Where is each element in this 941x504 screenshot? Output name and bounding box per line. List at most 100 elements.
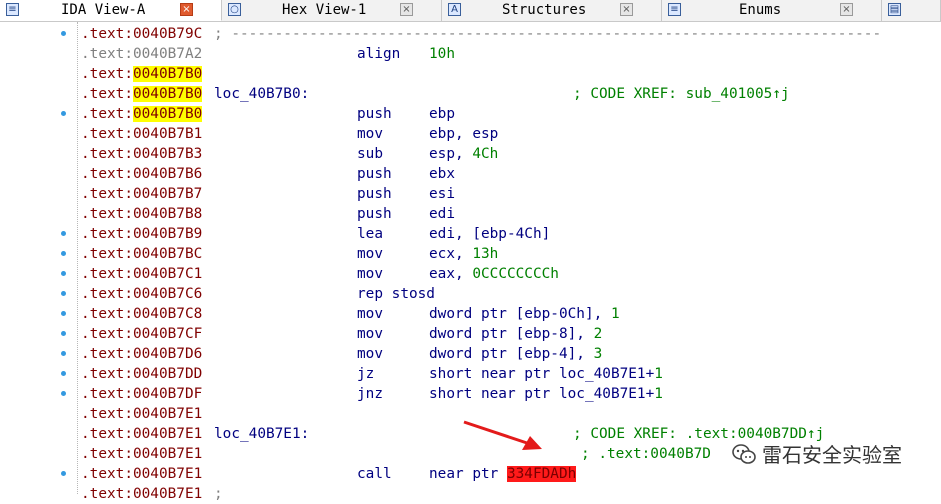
operands[interactable]: short near ptr loc_40B7E1+1 — [429, 384, 663, 404]
address-offset: 0040B7E1 — [132, 406, 203, 422]
segment-name: .text: — [81, 486, 133, 502]
xref-comment[interactable]: ; CODE XREF: sub_401005↑j — [573, 84, 790, 104]
listing-line[interactable]: .text:0040B7B6 push ebx — [0, 164, 941, 184]
listing-line[interactable]: .text:0040B7CF mov dword ptr [ebp-8], 2 — [0, 324, 941, 344]
operand-number: 13h — [472, 246, 499, 262]
close-tab-icon[interactable]: × — [620, 3, 633, 16]
address-offset: 0040B7DD — [132, 366, 203, 382]
listing-line[interactable]: .text:0040B7B3 sub esp, 4Ch — [0, 144, 941, 164]
operand-text: short near ptr loc_40B7E1+ — [429, 366, 655, 382]
tab-0[interactable]: ≡ IDA View-A × — [0, 0, 222, 21]
operand-text: dword ptr [ebp-8], — [429, 326, 594, 342]
tab-label: Structures — [502, 2, 587, 18]
listing-line[interactable]: .text:0040B7A2 align 10h — [0, 44, 941, 64]
listing-line[interactable]: .text:0040B7B1 mov ebp, esp — [0, 124, 941, 144]
operands[interactable]: esp, 4Ch — [429, 144, 498, 164]
mnemonic: push — [357, 206, 392, 222]
operands[interactable]: dword ptr [ebp-4], 3 — [429, 344, 602, 364]
listing-line[interactable]: .text:0040B7B0 — [0, 64, 941, 84]
segment-name: .text: — [81, 66, 133, 82]
segment-name: .text: — [81, 426, 133, 442]
segment-name: .text: — [81, 326, 133, 342]
address: .text:0040B7B0 — [81, 104, 203, 124]
mnemonic: jz — [357, 366, 375, 382]
operands[interactable]: edi — [429, 204, 455, 224]
close-tab-icon[interactable]: × — [840, 3, 853, 16]
listing-line[interactable]: .text:0040B7B9 lea edi, [ebp-4Ch] — [0, 224, 941, 244]
listing-line[interactable]: .text:0040B7B0 push ebp — [0, 104, 941, 124]
invalid-call-target[interactable]: 334FDADh — [506, 466, 577, 482]
listing-line[interactable]: .text:0040B79C ; ------------------------… — [0, 24, 941, 44]
segment-name: .text: — [81, 186, 133, 202]
tab-label: Hex View-1 — [282, 2, 367, 18]
tab-2[interactable]: A Structures × — [442, 0, 662, 21]
line-marker — [61, 311, 66, 316]
address-offset: 0040B7B7 — [132, 186, 203, 202]
listing-line[interactable]: .text:0040B7C6 rep stosd — [0, 284, 941, 304]
address: .text:0040B7DD — [81, 364, 202, 384]
operand-number: 2 — [593, 326, 603, 342]
line-marker — [61, 391, 66, 396]
listing-line[interactable]: .text:0040B7B0 loc_40B7B0: ; CODE XREF: su… — [0, 84, 941, 104]
segment-name: .text: — [81, 366, 133, 382]
code-label[interactable]: loc_40B7B0: — [214, 84, 309, 104]
operands[interactable]: dword ptr [ebp-0Ch], 1 — [429, 304, 620, 324]
operand-number: 1 — [610, 306, 620, 322]
tab-1[interactable]: ○ Hex View-1 × — [222, 0, 442, 21]
tab-3[interactable]: ≡ Enums × — [662, 0, 882, 21]
listing-line[interactable]: .text:0040B7DF jnz short near ptr loc_40B7… — [0, 384, 941, 404]
operand-text: ebx — [429, 166, 455, 182]
operands[interactable]: eax, 0CCCCCCCCh — [429, 264, 559, 284]
operand-text: ebp, esp — [429, 126, 499, 142]
address-offset: 0040B7B3 — [132, 146, 203, 162]
watermark: 雷石安全实验室 — [732, 439, 902, 469]
operands[interactable]: dword ptr [ebp-8], 2 — [429, 324, 602, 344]
address: .text:0040B7E1 — [81, 484, 202, 504]
segment-name: .text: — [81, 386, 133, 402]
operands[interactable]: short near ptr loc_40B7E1+1 — [429, 364, 663, 384]
mnemonic: mov — [357, 266, 383, 282]
listing-line[interactable]: .text:0040B7BC mov ecx, 13h — [0, 244, 941, 264]
address-offset: 0040B7CF — [132, 326, 203, 342]
operand-number: 4Ch — [472, 146, 499, 162]
listing-line[interactable]: .text:0040B7D6 mov dword ptr [ebp-4], 3 — [0, 344, 941, 364]
address-offset: 0040B7B0 — [132, 106, 203, 122]
listing-line[interactable]: .text:0040B7DD jz short near ptr loc_40B7E… — [0, 364, 941, 384]
operand-text: edi, [ebp-4Ch] — [429, 226, 551, 242]
address: .text:0040B7CF — [81, 324, 202, 344]
address: .text:0040B7BC — [81, 244, 202, 264]
operands[interactable]: esi — [429, 184, 455, 204]
line-marker — [61, 331, 66, 336]
tab-4[interactable]: ▤ — [882, 0, 941, 21]
close-tab-icon[interactable]: × — [180, 3, 193, 16]
mnemonic: mov — [357, 326, 383, 342]
segment-name: .text: — [81, 346, 133, 362]
address: .text:0040B7E1 — [81, 424, 202, 444]
address: .text:0040B7E1 — [81, 444, 202, 464]
operands[interactable]: ebp — [429, 104, 455, 124]
operands[interactable]: ebp, esp — [429, 124, 498, 144]
address-offset: 0040B7B1 — [132, 126, 203, 142]
listing-line[interactable]: .text:0040B7B7 push esi — [0, 184, 941, 204]
close-tab-icon[interactable]: × — [400, 3, 413, 16]
code-label[interactable]: loc_40B7E1: — [214, 424, 309, 444]
operand-text: dword ptr [ebp-0Ch], — [429, 306, 611, 322]
operand-text: ecx, — [429, 246, 473, 262]
operands[interactable]: 10h — [429, 44, 455, 64]
mnemonic: lea — [357, 226, 383, 242]
address: .text:0040B7A2 — [81, 44, 202, 64]
listing-line[interactable]: .text:0040B7C1 mov eax, 0CCCCCCCCh — [0, 264, 941, 284]
segment-name: .text: — [81, 406, 133, 422]
operands[interactable]: ebx — [429, 164, 455, 184]
address-offset: 0040B7E1 — [132, 466, 203, 482]
listing-line[interactable]: .text:0040B7C8 mov dword ptr [ebp-0Ch], 1 — [0, 304, 941, 324]
operands[interactable]: edi, [ebp-4Ch] — [429, 224, 550, 244]
address-offset: 0040B7E1 — [132, 486, 203, 502]
operands[interactable]: near ptr 334FDADh — [429, 464, 577, 484]
operands[interactable]: ecx, 13h — [429, 244, 498, 264]
xref-comment[interactable]: ; .text:0040B7D — [581, 444, 711, 464]
line-marker — [61, 111, 66, 116]
line-marker — [61, 251, 66, 256]
listing-line[interactable]: .text:0040B7E1; — [0, 484, 941, 504]
listing-line[interactable]: .text:0040B7B8 push edi — [0, 204, 941, 224]
